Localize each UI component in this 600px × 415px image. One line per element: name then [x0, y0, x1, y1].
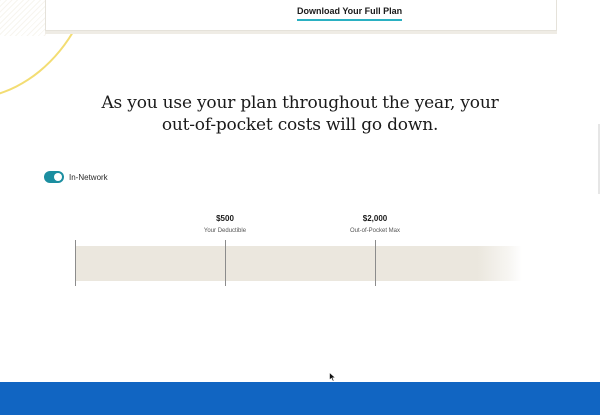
headline-line-1: As you use your plan throughout the year…	[101, 93, 499, 113]
deductible-marker-line	[225, 240, 226, 286]
deductible-amount: $500	[216, 214, 234, 223]
mouse-cursor-icon	[329, 372, 337, 382]
out-of-pocket-caption: Out-of-Pocket Max	[349, 228, 400, 234]
headline-line-2: out-of-pocket costs will go down.	[161, 115, 439, 135]
toggle-label: In-Network	[69, 172, 108, 182]
page: Download Your Full Plan As you use your …	[0, 0, 600, 415]
in-network-toggle[interactable]: In-Network	[44, 171, 108, 183]
cost-progress-bar	[76, 246, 522, 281]
deductible-caption: Your Deductible	[203, 228, 247, 234]
page-headline: As you use your plan throughout the year…	[0, 92, 600, 136]
out-of-pocket-amount: $2,000	[362, 214, 388, 223]
footer-band	[0, 382, 600, 415]
toggle-switch[interactable]	[44, 171, 64, 183]
start-marker-line	[75, 240, 76, 286]
toggle-knob	[54, 173, 62, 181]
decorative-texture	[0, 0, 46, 36]
download-card: Download Your Full Plan	[45, 0, 557, 31]
download-full-plan-link[interactable]: Download Your Full Plan	[297, 6, 403, 21]
out-of-pocket-marker-line	[375, 240, 376, 286]
